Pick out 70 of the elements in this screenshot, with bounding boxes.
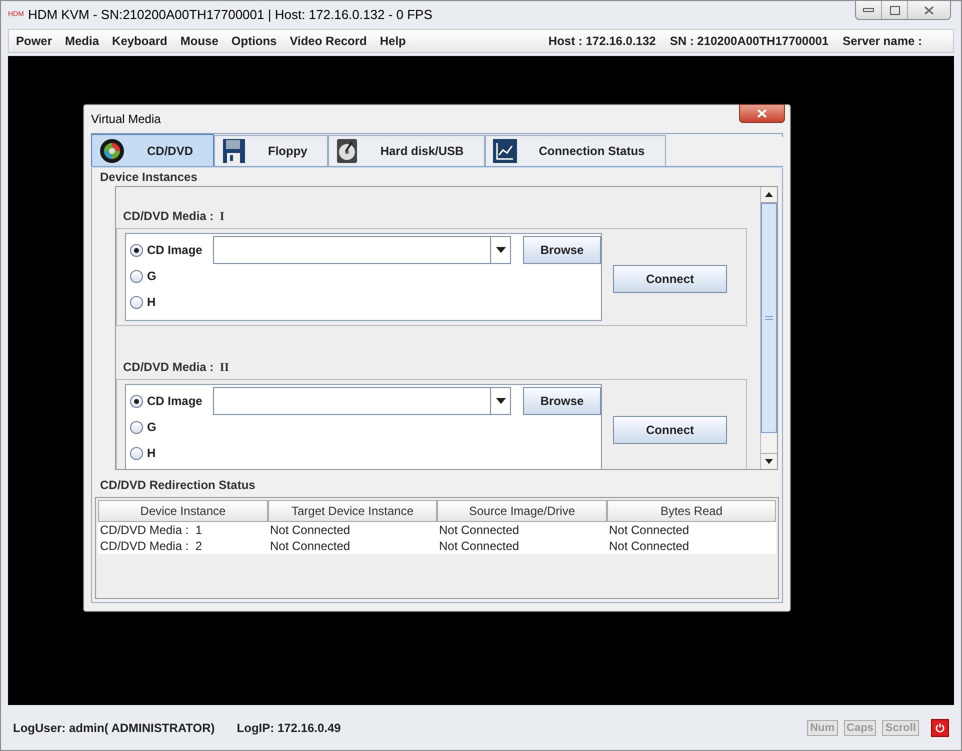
radio-button[interactable] xyxy=(130,244,143,256)
radio-label: G xyxy=(147,268,158,285)
menu-item[interactable]: Video Record xyxy=(290,32,367,50)
menu-item[interactable]: Media xyxy=(65,32,100,50)
window-title: HDM KVM - SN:210200A00TH17700001 | Host: 172.16.0.132 - 0 FPS xyxy=(28,6,432,24)
lock-indicator: Scroll xyxy=(882,720,919,736)
radio-label: CD Image xyxy=(147,393,204,410)
browse-button[interactable]: Browse xyxy=(523,387,601,415)
group-label: CD/DVD Media : xyxy=(123,208,214,225)
image-path-combobox[interactable] xyxy=(213,236,511,264)
tab[interactable]: CD/DVD xyxy=(91,134,214,166)
group-numeral: II xyxy=(220,359,230,376)
menu-item[interactable]: Options xyxy=(231,32,277,50)
close-icon xyxy=(924,6,934,14)
line-chart-icon xyxy=(492,139,517,163)
table-cell: Not Connected xyxy=(607,522,776,538)
lock-indicator: Caps xyxy=(844,720,876,736)
tab[interactable]: Hard disk/USB xyxy=(328,135,485,166)
table-cell: CD/DVD Media : 2 xyxy=(98,538,268,554)
dropdown-arrow-icon xyxy=(496,398,506,404)
connect-button[interactable]: Connect xyxy=(613,416,727,444)
power-icon xyxy=(935,722,945,732)
disc-icon xyxy=(99,138,125,164)
radio-button[interactable] xyxy=(130,420,143,434)
column-header[interactable]: Device Instance xyxy=(98,500,268,522)
lock-indicator: Num xyxy=(807,720,838,736)
close-icon xyxy=(757,109,767,118)
image-path-combobox[interactable] xyxy=(213,387,511,415)
table-cell: Not Connected xyxy=(268,522,437,538)
menu-info-text: SN : 210200A00TH17700001 xyxy=(670,33,829,50)
radio-label: G xyxy=(147,419,158,436)
radio-label: H xyxy=(147,294,157,311)
table-cell: Not Connected xyxy=(437,538,607,554)
radio-button[interactable] xyxy=(130,296,143,308)
menu-item[interactable]: Help xyxy=(380,32,406,50)
menu-item[interactable]: Power xyxy=(16,32,52,50)
scroll-thumb[interactable] xyxy=(761,203,777,433)
tab[interactable]: Floppy xyxy=(214,135,328,166)
menu-info-text: Host : 172.16.0.132 xyxy=(548,33,656,50)
column-header[interactable]: Target Device Instance xyxy=(268,500,437,522)
radio-label: H xyxy=(147,445,157,462)
menu-item[interactable]: Keyboard xyxy=(112,32,168,50)
column-header[interactable]: Source Image/Drive xyxy=(437,500,607,522)
logged-ip-text: LogIP: 172.16.0.49 xyxy=(236,720,341,736)
status-section-title: CD/DVD Redirection Status xyxy=(99,477,256,494)
table-cell: Not Connected xyxy=(268,538,437,554)
group-label: CD/DVD Media : xyxy=(123,359,214,376)
table-cell: Not Connected xyxy=(607,538,776,554)
up-arrow-icon xyxy=(765,192,773,197)
dropdown-arrow-icon xyxy=(496,247,506,253)
menu-item[interactable]: Mouse xyxy=(180,32,218,50)
table-cell: Not Connected xyxy=(437,522,607,538)
menu-info-text: Server name : xyxy=(842,33,922,50)
radio-button[interactable] xyxy=(130,446,143,460)
connect-button[interactable]: Connect xyxy=(613,265,727,293)
tab[interactable]: Connection Status xyxy=(484,135,666,166)
group-numeral: I xyxy=(220,208,224,225)
radio-button[interactable] xyxy=(130,270,143,282)
radio-button[interactable] xyxy=(130,394,143,408)
power-button[interactable] xyxy=(931,718,949,736)
table-cell: CD/DVD Media : 1 xyxy=(98,522,268,538)
dialog-close-button[interactable] xyxy=(739,104,785,123)
logged-user-text: LogUser: admin( ADMINISTRATOR) xyxy=(13,720,215,736)
scrollbar[interactable] xyxy=(760,187,777,469)
section-title: Device Instances xyxy=(99,169,198,186)
radio-label: CD Image xyxy=(147,242,204,259)
dialog-title: Virtual Media xyxy=(91,111,161,128)
down-arrow-icon xyxy=(765,459,773,464)
browse-button[interactable]: Browse xyxy=(523,236,601,264)
column-header[interactable]: Bytes Read xyxy=(607,500,776,522)
